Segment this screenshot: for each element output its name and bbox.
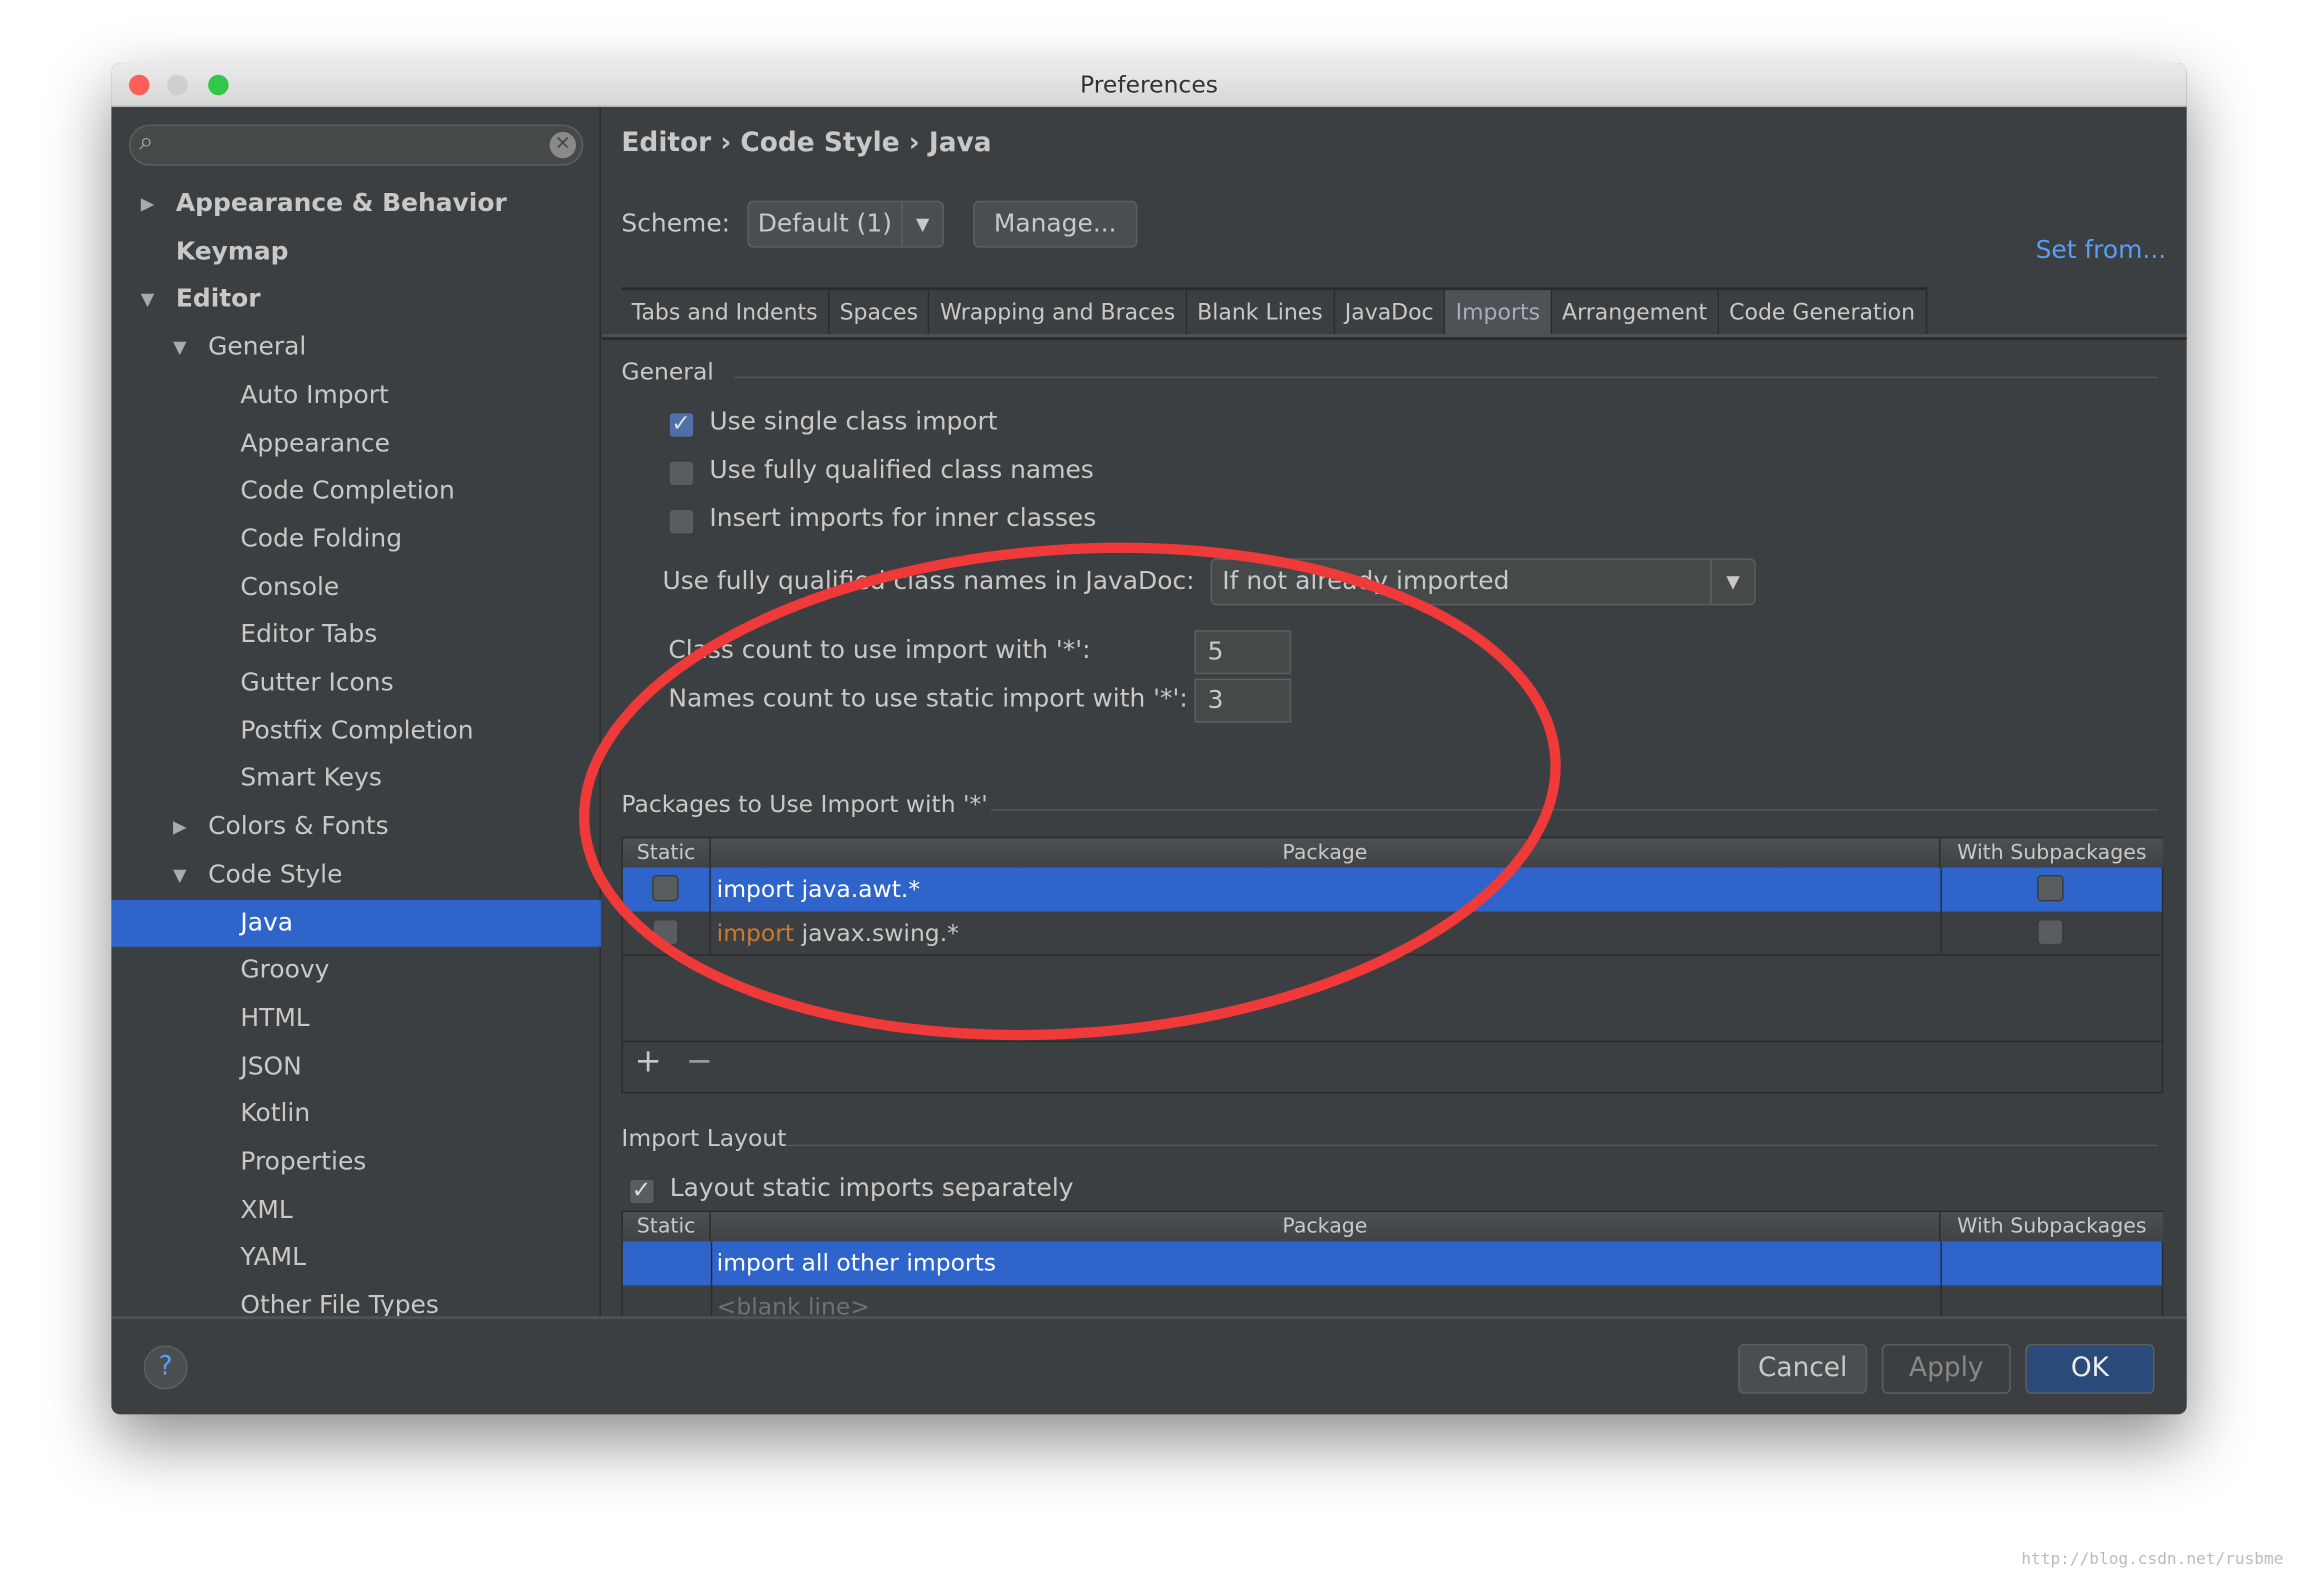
watermark: http://blog.csdn.net/rusbme [2021, 1549, 2284, 1569]
annotation-overlay [579, 542, 1561, 1041]
red-circle-annotation [579, 542, 1561, 1041]
